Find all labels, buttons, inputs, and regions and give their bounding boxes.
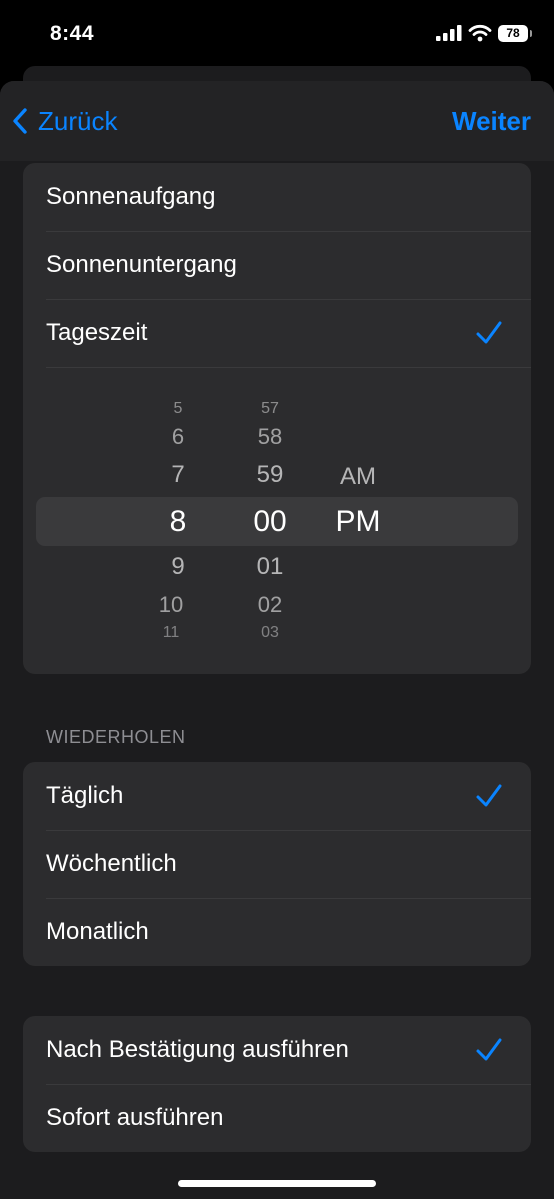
picker-minute: 03 [261,624,279,641]
picker-minute: 57 [261,400,279,417]
back-button-label: Zurück [38,105,118,136]
navigation-bar: Zurück Weiter [0,81,554,161]
option-sunset[interactable]: Sonnenuntergang [23,231,531,299]
repeat-weekly[interactable]: Wöchentlich [23,830,531,898]
wifi-icon [468,24,492,42]
option-label: Wöchentlich [46,850,177,877]
time-picker[interactable]: 5 6 7 8 9 10 11 57 58 59 00 01 02 03 AM … [23,367,531,673]
option-label: Tageszeit [46,319,148,346]
picker-hour: 9 [171,553,185,580]
back-button[interactable]: Zurück [12,103,117,139]
run-immediately[interactable]: Sofort ausführen [23,1084,531,1152]
picker-period: AM [340,463,376,490]
run-mode-group: Nach Bestätigung ausführen Sofort ausfüh… [23,1016,531,1152]
trigger-group: Sonnenaufgang Sonnenuntergang Tageszeit … [23,163,531,674]
picker-minute: 02 [257,592,283,617]
repeat-daily[interactable]: Täglich [23,762,531,830]
status-time: 8:44 [50,22,95,45]
repeat-monthly[interactable]: Monatlich [23,898,531,966]
repeat-section-header: WIEDERHOLEN [46,727,186,747]
next-button[interactable]: Weiter [452,103,531,139]
run-after-confirmation[interactable]: Nach Bestätigung ausführen [23,1016,531,1084]
option-label: Täglich [46,782,124,809]
cellular-signal-icon [436,25,462,41]
picker-hour: 5 [173,400,183,417]
chevron-left-icon [13,108,27,134]
option-label: Sonnenuntergang [46,251,237,278]
picker-minute: 01 [256,553,284,580]
option-label: Sofort ausführen [46,1104,224,1131]
option-label: Monatlich [46,918,149,945]
battery-level: 78 [506,26,520,40]
option-sunrise[interactable]: Sonnenaufgang [23,163,531,231]
home-indicator[interactable] [178,1180,376,1187]
picker-hour-selected[interactable]: 8 [170,505,187,539]
picker-hour: 10 [158,592,184,617]
battery-icon: 78 [498,24,532,42]
status-icons: 78 [436,24,532,42]
status-bar: 8:44 78 [0,0,554,70]
picker-minute: 59 [256,461,284,488]
option-label: Nach Bestätigung ausführen [46,1036,349,1063]
option-label: Sonnenaufgang [46,183,216,210]
checkmark-icon [476,321,502,344]
option-time-of-day[interactable]: Tageszeit [23,299,531,367]
checkmark-icon [476,784,502,807]
picker-hour: 6 [171,424,185,449]
picker-hour: 11 [162,624,180,641]
picker-period-selected[interactable]: PM [336,505,381,539]
picker-minute-selected[interactable]: 00 [253,505,286,539]
checkmark-icon [476,1038,502,1061]
repeat-group: Täglich Wöchentlich Monatlich [23,762,531,966]
picker-hour: 7 [171,461,185,488]
picker-minute: 58 [257,424,283,449]
